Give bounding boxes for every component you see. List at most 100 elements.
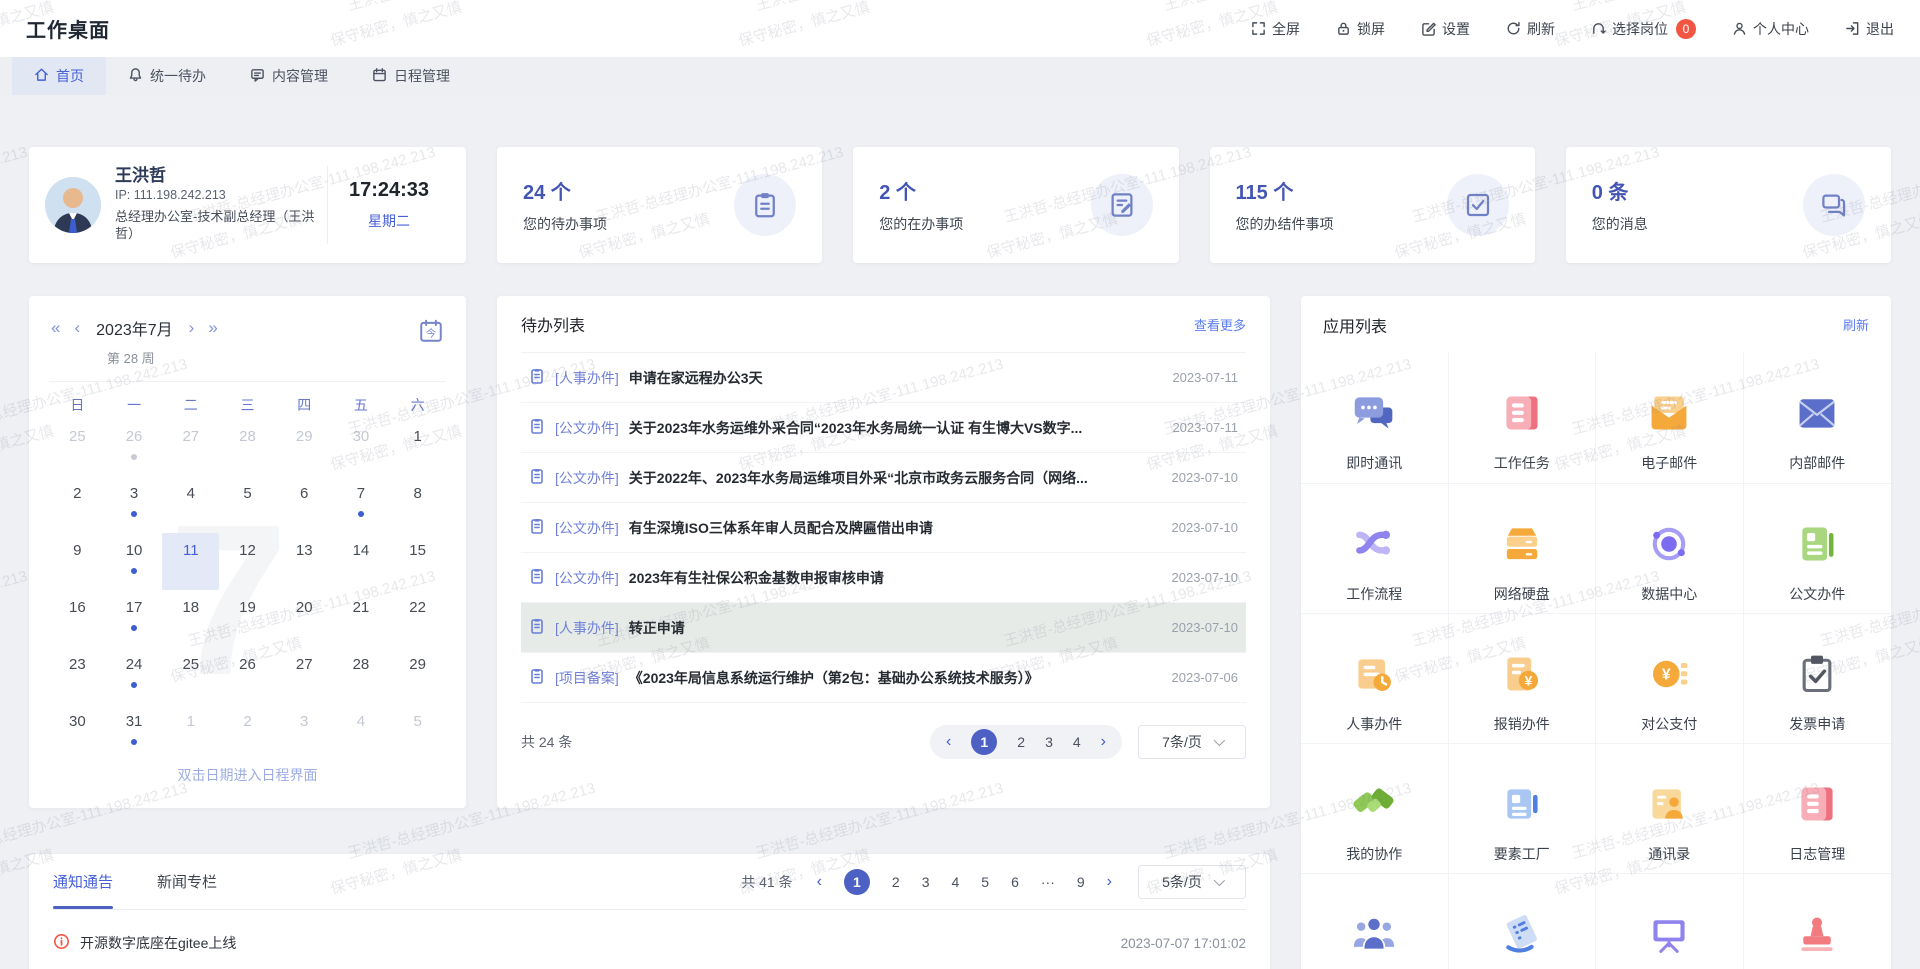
app-hand-list[interactable] xyxy=(1449,873,1597,969)
calendar-day[interactable]: 17 xyxy=(106,590,163,647)
page-number-3[interactable]: 3 xyxy=(922,874,930,890)
calendar-day[interactable]: 31 xyxy=(106,704,163,761)
tab-首页[interactable]: 首页 xyxy=(12,57,106,95)
calendar-day[interactable]: 8 xyxy=(389,476,446,533)
app-内部邮件[interactable]: 内部邮件 xyxy=(1744,353,1892,483)
personal-center-button[interactable]: 个人中心 xyxy=(1732,19,1809,39)
page-number-2[interactable]: 2 xyxy=(892,874,900,890)
today-icon[interactable]: 今 xyxy=(418,318,444,349)
calendar-day[interactable]: 15 xyxy=(389,533,446,590)
page-number-2[interactable]: 2 xyxy=(1017,734,1025,750)
page-number-4[interactable]: 4 xyxy=(1073,734,1081,750)
calendar-day[interactable]: 14 xyxy=(333,533,390,590)
todo-page-size-select[interactable]: 7条/页 xyxy=(1138,725,1246,759)
calendar-day[interactable]: 27 xyxy=(276,647,333,704)
todo-item[interactable]: [公文办件]有生深境ISO三体系年审人员配合及牌匾借出申请2023-07-10 xyxy=(521,503,1246,553)
next-page-button[interactable]: › xyxy=(1101,733,1106,751)
page-number-5[interactable]: 5 xyxy=(981,874,989,890)
stat-card[interactable]: 24 个您的待办事项 xyxy=(497,147,822,263)
app-日志管理[interactable]: 日志管理 xyxy=(1744,743,1892,873)
app-网络硬盘[interactable]: 网络硬盘 xyxy=(1449,483,1597,613)
calendar-day[interactable]: 7 xyxy=(333,476,390,533)
calendar-day[interactable]: 28 xyxy=(333,647,390,704)
calendar-day[interactable]: 12 xyxy=(219,533,276,590)
calendar-day[interactable]: 24 xyxy=(106,647,163,704)
calendar-day[interactable]: 5 xyxy=(389,704,446,761)
prev-page-button[interactable]: ‹ xyxy=(817,873,822,891)
view-more-link[interactable]: 查看更多 xyxy=(1194,315,1246,334)
stat-card[interactable]: 0 条您的消息 xyxy=(1566,147,1891,263)
todo-item[interactable]: [人事办件]申请在家远程办公3天2023-07-11 xyxy=(521,353,1246,403)
calendar-day[interactable]: 28 xyxy=(219,419,276,476)
settings-button[interactable]: 设置 xyxy=(1421,19,1470,39)
calendar-day[interactable]: 2 xyxy=(219,704,276,761)
apps-refresh-link[interactable]: 刷新 xyxy=(1843,315,1869,334)
page-number-1[interactable]: 1 xyxy=(971,729,997,755)
todo-item[interactable]: [人事办件]转正申请2023-07-10 xyxy=(521,603,1246,653)
stat-card[interactable]: 2 个您的在办事项 xyxy=(853,147,1178,263)
page-number-4[interactable]: 4 xyxy=(951,874,959,890)
calendar-day[interactable]: 30 xyxy=(49,704,106,761)
app-stamp[interactable] xyxy=(1744,873,1892,969)
next-month-button[interactable]: › xyxy=(187,318,197,338)
app-工作流程[interactable]: 工作流程 xyxy=(1301,483,1449,613)
app-要素工厂[interactable]: 要素工厂 xyxy=(1449,743,1597,873)
todo-item[interactable]: [公文办件]关于2022年、2023年水务局运维项目外采“北京市政务云服务合同（… xyxy=(521,453,1246,503)
notice-page-size-select[interactable]: 5条/页 xyxy=(1138,865,1246,899)
calendar-day[interactable]: 5 xyxy=(219,476,276,533)
calendar-day[interactable]: 10 xyxy=(106,533,163,590)
app-我的协作[interactable]: 我的协作 xyxy=(1301,743,1449,873)
calendar-day[interactable]: 26 xyxy=(219,647,276,704)
calendar-day[interactable]: 3 xyxy=(106,476,163,533)
page-number-1[interactable]: 1 xyxy=(844,869,870,895)
app-发票申请[interactable]: 发票申请 xyxy=(1744,613,1892,743)
page-number-3[interactable]: 3 xyxy=(1045,734,1053,750)
calendar-day[interactable]: 29 xyxy=(276,419,333,476)
calendar-footer-link[interactable]: 双击日期进入日程界面 xyxy=(49,765,446,785)
calendar-day[interactable]: 25 xyxy=(49,419,106,476)
logout-button[interactable]: 退出 xyxy=(1845,19,1894,39)
calendar-day[interactable]: 27 xyxy=(162,419,219,476)
app-通讯录[interactable]: 通讯录 xyxy=(1596,743,1744,873)
calendar-day[interactable]: 4 xyxy=(162,476,219,533)
lock-screen-button[interactable]: 锁屏 xyxy=(1336,19,1385,39)
app-board[interactable] xyxy=(1596,873,1744,969)
prev-page-button[interactable]: ‹ xyxy=(946,733,951,751)
calendar-day[interactable]: 26 xyxy=(106,419,163,476)
app-工作任务[interactable]: 工作任务 xyxy=(1449,353,1597,483)
calendar-day[interactable]: 1 xyxy=(389,419,446,476)
todo-item[interactable]: [公文办件]关于2023年水务运维外采合同“2023年水务局统一认证 有生博大V… xyxy=(521,403,1246,453)
app-人事办件[interactable]: 人事办件 xyxy=(1301,613,1449,743)
stat-card[interactable]: 115 个您的办结件事项 xyxy=(1210,147,1535,263)
refresh-button[interactable]: 刷新 xyxy=(1506,19,1555,39)
calendar-day[interactable]: 19 xyxy=(219,590,276,647)
calendar-day[interactable]: 18 xyxy=(162,590,219,647)
notice-tab-新闻专栏[interactable]: 新闻专栏 xyxy=(157,854,217,909)
app-公文办件[interactable]: 公文办件 xyxy=(1744,483,1892,613)
notice-item[interactable]: 开源数字底座在gitee上线2023-07-07 17:01:02 xyxy=(53,920,1246,966)
calendar-day[interactable]: 3 xyxy=(276,704,333,761)
todo-item[interactable]: [项目备案]《2023年局信息系统运行维护（第2包：基础办公系统技术服务）》20… xyxy=(521,653,1246,703)
calendar-day[interactable]: 16 xyxy=(49,590,106,647)
calendar-day[interactable]: 9 xyxy=(49,533,106,590)
calendar-day[interactable]: 4 xyxy=(333,704,390,761)
calendar-day[interactable]: 29 xyxy=(389,647,446,704)
app-数据中心[interactable]: 数据中心 xyxy=(1596,483,1744,613)
tab-内容管理[interactable]: 内容管理 xyxy=(228,57,350,95)
select-position-button[interactable]: 选择岗位0 xyxy=(1591,19,1696,39)
page-number-9[interactable]: 9 xyxy=(1077,874,1085,890)
next-page-button[interactable]: › xyxy=(1107,873,1112,891)
tab-统一待办[interactable]: 统一待办 xyxy=(106,57,228,95)
app-即时通讯[interactable]: 即时通讯 xyxy=(1301,353,1449,483)
app-对公支付[interactable]: ¥对公支付 xyxy=(1596,613,1744,743)
calendar-day[interactable]: 11 xyxy=(162,533,219,590)
calendar-day[interactable]: 22 xyxy=(389,590,446,647)
next-year-button[interactable]: » xyxy=(206,318,219,338)
app-报销办件[interactable]: ¥报销办件 xyxy=(1449,613,1597,743)
page-number-6[interactable]: 6 xyxy=(1011,874,1019,890)
calendar-day[interactable]: 2 xyxy=(49,476,106,533)
calendar-day[interactable]: 6 xyxy=(276,476,333,533)
app-电子邮件[interactable]: 电子邮件 xyxy=(1596,353,1744,483)
todo-item[interactable]: [公文办件]2023年有生社保公积金基数申报审核申请2023-07-10 xyxy=(521,553,1246,603)
calendar-day[interactable]: 20 xyxy=(276,590,333,647)
